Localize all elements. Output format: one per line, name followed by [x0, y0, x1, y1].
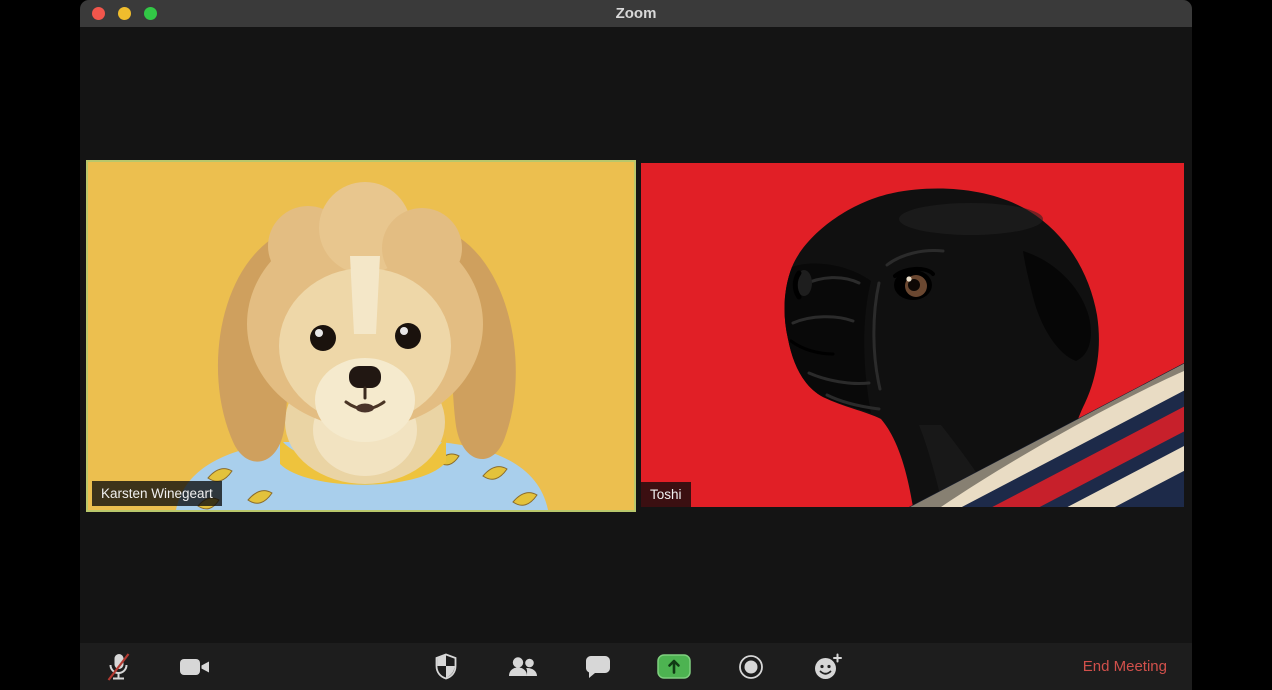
- karsten-video-feed: [88, 162, 634, 510]
- mute-button[interactable]: [96, 643, 140, 690]
- titlebar: Zoom: [80, 0, 1192, 27]
- share-screen-button[interactable]: [652, 643, 696, 690]
- window-title: Zoom: [615, 5, 657, 22]
- reactions-icon: [814, 653, 842, 679]
- record-icon: [739, 654, 763, 679]
- chat-button[interactable]: [576, 643, 620, 690]
- reactions-button[interactable]: [805, 643, 849, 690]
- chat-icon: [586, 655, 610, 678]
- video-tile-toshi[interactable]: Toshi: [641, 163, 1184, 507]
- participant-name-label: Toshi: [641, 482, 691, 507]
- participant-name-label: Karsten Winegeart: [92, 481, 222, 506]
- security-shield-icon: [435, 653, 457, 680]
- share-screen-icon: [657, 654, 691, 679]
- participants-icon: [509, 656, 537, 676]
- end-meeting-button[interactable]: End Meeting: [1083, 643, 1167, 690]
- fullscreen-button[interactable]: [144, 7, 157, 20]
- toshi-video-feed: [641, 163, 1184, 507]
- zoom-window: Zoom Karsten Winegeart Toshi End Meeting: [80, 0, 1192, 690]
- mic-muted-icon: [107, 652, 129, 681]
- meeting-toolbar: End Meeting: [80, 643, 1192, 690]
- video-tile-karsten[interactable]: Karsten Winegeart: [86, 160, 636, 512]
- close-button[interactable]: [92, 7, 105, 20]
- security-button[interactable]: [424, 643, 468, 690]
- traffic-lights: [92, 0, 157, 27]
- video-button[interactable]: [173, 643, 217, 690]
- minimize-button[interactable]: [118, 7, 131, 20]
- participants-button[interactable]: [501, 643, 545, 690]
- record-button[interactable]: [729, 643, 773, 690]
- video-camera-icon: [180, 658, 209, 675]
